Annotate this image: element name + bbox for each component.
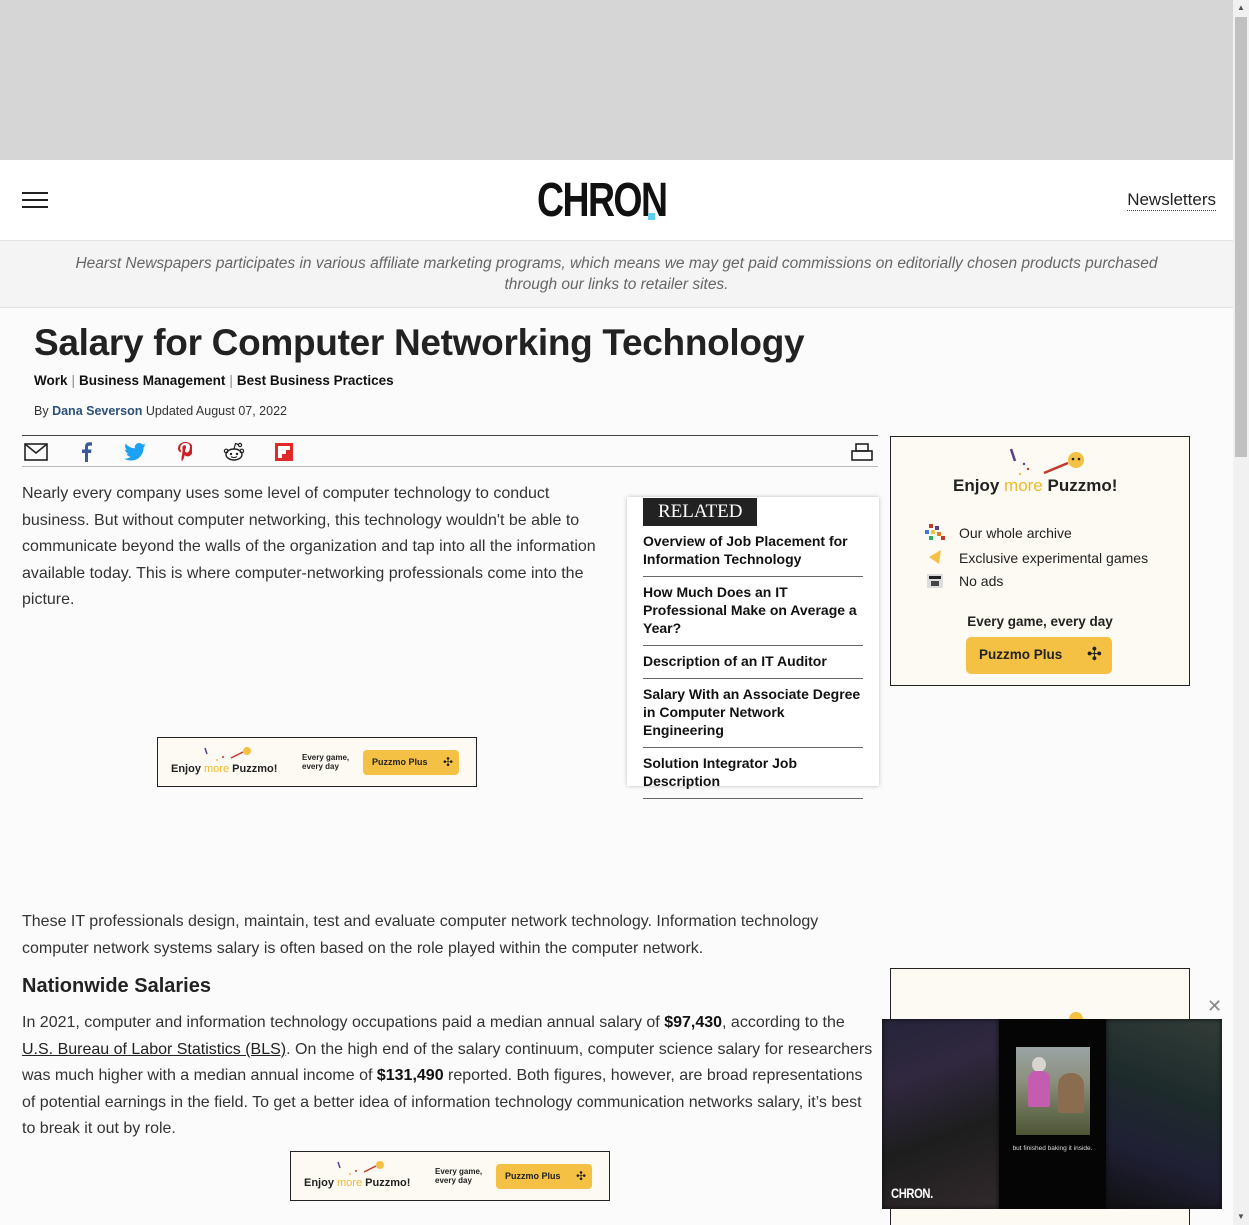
puzzmo-enjoy-text: Enjoy more Puzzmo! bbox=[304, 1177, 410, 1189]
p3-text: , according to the bbox=[722, 1014, 845, 1031]
puzzmo-side-ad[interactable]: Enjoy more Puzzmo! Our whole archive Exc… bbox=[890, 436, 1190, 686]
updated-date: Updated August 07, 2022 bbox=[145, 404, 287, 418]
article-paragraph-3: In 2021, computer and information techno… bbox=[22, 1010, 878, 1143]
byline: By Dana Severson Updated August 07, 2022 bbox=[34, 404, 287, 418]
puzzmo-every-line2: every day bbox=[435, 1176, 472, 1185]
article-paragraph-1: Nearly every company uses some level of … bbox=[22, 485, 596, 608]
puzzmo-plus-label: Puzzmo Plus bbox=[979, 647, 1063, 662]
puzzle-icon: ✣ bbox=[575, 1169, 586, 1183]
facebook-icon[interactable] bbox=[74, 441, 98, 463]
related-box: RELATED Overview of Job Placement for In… bbox=[627, 497, 879, 799]
newsletters-link[interactable]: Newsletters bbox=[1127, 190, 1216, 211]
scroll-thumb[interactable] bbox=[1235, 17, 1247, 457]
feature-experimental: Exclusive experimental games bbox=[959, 550, 1149, 566]
puzzmo-brand-word: Puzzmo! bbox=[365, 1177, 411, 1189]
video-caption: but finished baking it inside. bbox=[1012, 1145, 1093, 1152]
scroll-down-arrow-icon[interactable]: ▼ bbox=[1233, 1209, 1249, 1225]
video-thumbnail bbox=[1016, 1047, 1090, 1135]
puzzmo-every-line1: Every game, bbox=[302, 753, 350, 762]
puzzmo-every-text: Every game, every day bbox=[302, 753, 349, 771]
puzzmo-every-text: Every game, every day bbox=[967, 614, 1113, 629]
article-title: Salary for Computer Networking Technolog… bbox=[34, 322, 805, 363]
puzzmo-every-line2: every day bbox=[302, 762, 339, 771]
affiliate-notice: Hearst Newspapers participates in variou… bbox=[0, 241, 1233, 308]
sparkle-icon bbox=[204, 747, 251, 761]
pinterest-icon[interactable] bbox=[173, 441, 197, 463]
puzzmo-every-line1: Every game, bbox=[435, 1167, 483, 1176]
puzzmo-plus-label: Puzzmo Plus bbox=[372, 757, 428, 767]
bls-link[interactable]: U.S. Bureau of Labor Statistics (BLS) bbox=[22, 1041, 286, 1058]
article-paragraph-2: These IT professionals design, maintain,… bbox=[22, 913, 819, 957]
puzzmo-plus-button[interactable]: Puzzmo Plus ✣ bbox=[966, 637, 1112, 674]
flipboard-icon[interactable] bbox=[272, 441, 296, 463]
flask-icon bbox=[929, 550, 941, 564]
related-label: RELATED bbox=[643, 498, 758, 526]
puzzmo-plus-button[interactable]: Puzzmo Plus ✣ bbox=[363, 750, 459, 775]
scroll-up-arrow-icon[interactable]: ▲ bbox=[1233, 0, 1249, 16]
puzzmo-banner-ad[interactable]: Enjoy more Puzzmo! Every game, every day … bbox=[157, 737, 477, 787]
puzzle-icon: ✣ bbox=[1086, 644, 1102, 664]
breadcrumb-work[interactable]: Work bbox=[34, 373, 68, 388]
video-frame: but finished baking it inside. bbox=[999, 1019, 1106, 1209]
no-ads-icon bbox=[927, 574, 943, 588]
p3-text: In 2021, computer and information techno… bbox=[22, 1014, 665, 1031]
share-bar bbox=[22, 435, 878, 467]
reddit-icon[interactable] bbox=[222, 441, 246, 463]
median-salary: $97,430 bbox=[664, 1014, 723, 1031]
section-heading: Nationwide Salaries bbox=[22, 975, 211, 997]
person-head bbox=[1032, 1057, 1046, 1072]
feature-no-ads: No ads bbox=[959, 573, 1004, 589]
video-logo: CHRON. bbox=[891, 1185, 933, 1201]
scrollbar[interactable]: ▲ ▼ bbox=[1233, 0, 1249, 1225]
close-icon[interactable]: ✕ bbox=[1207, 996, 1222, 1016]
top-ad-slot bbox=[0, 0, 1233, 160]
person-body bbox=[1028, 1071, 1050, 1107]
puzzmo-banner-ad[interactable]: Enjoy more Puzzmo! Every game, every day … bbox=[290, 1151, 610, 1201]
puzzmo-plus-button[interactable]: Puzzmo Plus ✣ bbox=[496, 1164, 592, 1189]
sparkle-icon bbox=[337, 1161, 384, 1175]
breadcrumb-business-management[interactable]: Business Management bbox=[79, 373, 225, 388]
related-link[interactable]: Description of an IT Auditor bbox=[643, 646, 863, 679]
puzzmo-every-text: Every game, every day bbox=[435, 1167, 482, 1185]
puzzmo-more-word: more bbox=[204, 763, 230, 775]
puzzmo-enjoy-text: Enjoy more Puzzmo! bbox=[171, 763, 277, 775]
related-link[interactable]: Solution Integrator Job Description bbox=[643, 748, 863, 799]
video-player[interactable]: but finished baking it inside. CHRON. bbox=[882, 1019, 1222, 1209]
research-salary: $131,490 bbox=[376, 1067, 444, 1084]
author-link[interactable]: Dana Severson bbox=[52, 404, 142, 418]
puzzmo-plus-label: Puzzmo Plus bbox=[505, 1171, 561, 1181]
print-icon[interactable] bbox=[850, 441, 874, 463]
puzzmo-brand-word: Puzzmo! bbox=[1047, 476, 1118, 495]
site-header: CHRON Newsletters bbox=[0, 160, 1233, 241]
sparkle-icon bbox=[1009, 448, 1084, 476]
puzzmo-enjoy-text: Enjoy more Puzzmo! bbox=[953, 476, 1117, 496]
puzzmo-more-word: more bbox=[1004, 476, 1043, 495]
pizza-oven bbox=[1058, 1073, 1084, 1113]
related-link[interactable]: Salary With an Associate Degree in Compu… bbox=[643, 679, 863, 748]
video-blur-left bbox=[882, 1019, 999, 1209]
byline-prefix: By bbox=[34, 404, 49, 418]
breadcrumb-best-business-practices[interactable]: Best Business Practices bbox=[237, 373, 394, 388]
puzzle-icon: ✣ bbox=[442, 755, 453, 769]
puzzmo-enjoy-word: Enjoy bbox=[953, 476, 1000, 495]
puzzmo-brand-word: Puzzmo! bbox=[232, 763, 278, 775]
email-icon[interactable] bbox=[24, 441, 48, 463]
related-link[interactable]: How Much Does an IT Professional Make on… bbox=[643, 577, 863, 646]
breadcrumb: Work | Business Management | Best Business P… bbox=[34, 373, 394, 388]
twitter-icon[interactable] bbox=[123, 441, 147, 463]
feature-archive: Our whole archive bbox=[959, 525, 1072, 541]
logo-dot bbox=[648, 213, 655, 220]
puzzmo-enjoy-word: Enjoy bbox=[304, 1177, 334, 1189]
video-blur-right bbox=[1106, 1019, 1222, 1209]
puzzmo-more-word: more bbox=[337, 1177, 363, 1189]
menu-icon[interactable] bbox=[22, 192, 48, 210]
related-link[interactable]: Overview of Job Placement for Informatio… bbox=[643, 526, 863, 577]
archive-grid-icon bbox=[925, 524, 945, 540]
puzzmo-enjoy-word: Enjoy bbox=[171, 763, 201, 775]
